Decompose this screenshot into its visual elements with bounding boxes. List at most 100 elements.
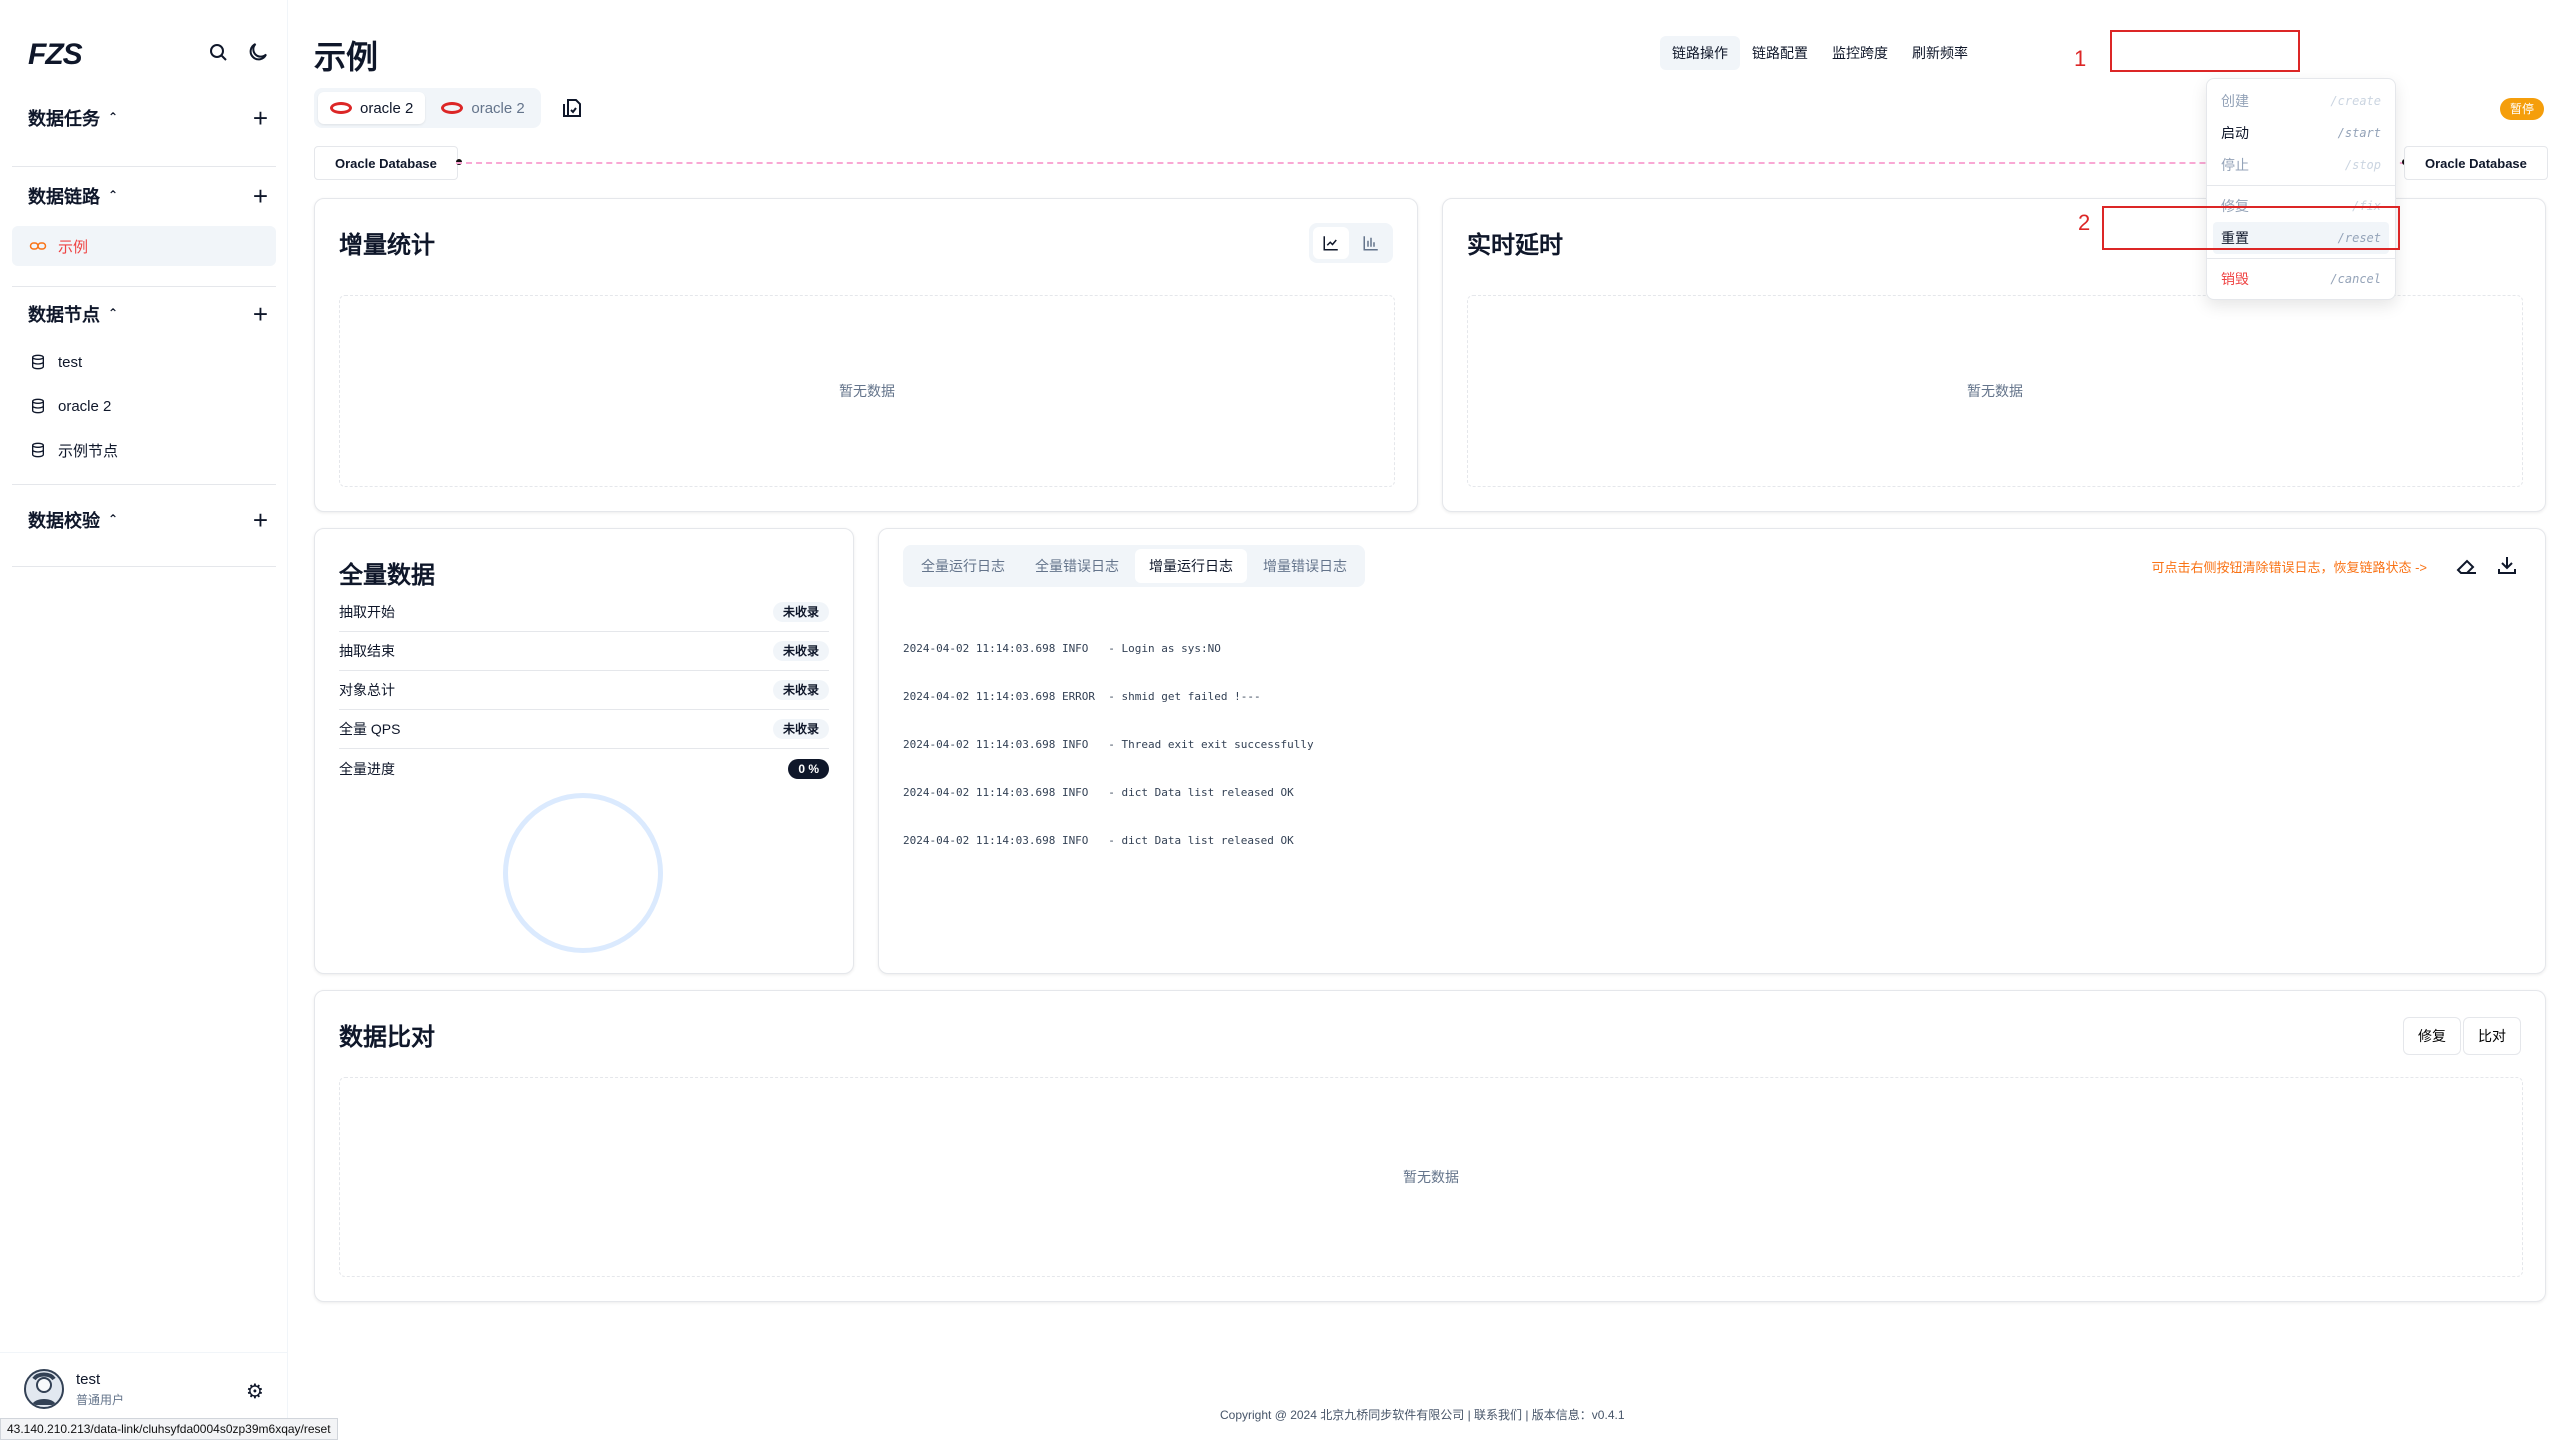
sidebar-item-node-test[interactable]: test (12, 342, 276, 382)
add-link-button[interactable]: + (253, 181, 268, 212)
card-title: 实时延时 (1467, 232, 1563, 259)
menu-shortcut: /stop (2344, 158, 2381, 172)
menu-shortcut: /start (2337, 126, 2381, 140)
sidebar-section-tasks: 数据任务 ⌃ + (12, 98, 276, 167)
menu-divider (2207, 258, 2395, 259)
stat-row: 抽取开始 未收录 (339, 593, 829, 632)
full-data-card: 全量数据 抽取开始 未收录 抽取结束 未收录 对象总计 未收录 全量 QPS 未… (314, 528, 854, 974)
compare-button[interactable]: 比对 (2463, 1017, 2521, 1055)
user-role: 普通用户 (76, 1393, 125, 1407)
section-header-nodes[interactable]: 数据节点 ⌃ + (12, 294, 276, 334)
chevron-up-icon: ⌃ (108, 110, 119, 124)
divider (12, 166, 276, 167)
menu-item-label: 创建 (2221, 93, 2249, 109)
log-line: 2024-04-02 11:14:03.698 ERROR - shmid ge… (903, 690, 1261, 703)
user-name: test (76, 1371, 101, 1388)
menu-item-destroy[interactable]: 销毁 /cancel (2213, 263, 2389, 295)
tab-full-error-log[interactable]: 全量错误日志 (1021, 549, 1133, 583)
chevron-up-icon: ⌃ (108, 306, 119, 320)
annotation-label-1: 1 (2074, 46, 2087, 71)
section-header-tasks[interactable]: 数据任务 ⌃ + (12, 98, 276, 138)
tab-incremental-run-log[interactable]: 增量运行日志 (1135, 549, 1247, 583)
link-icon (28, 237, 48, 255)
data-compare-card: 数据比对 修复 比对 暂无数据 (314, 990, 2546, 1302)
menu-item-label: 停止 (2221, 157, 2249, 173)
incremental-stats-card: 增量统计 暂无数据 (314, 198, 1418, 512)
log-output: 2024-04-02 11:14:03.698 INFO - Login as … (903, 609, 1314, 881)
data-flow-line (456, 162, 2456, 164)
bar-chart-icon[interactable] (1353, 227, 1389, 259)
status-badge: 暂停 (2500, 98, 2545, 120)
eraser-icon[interactable] (2455, 553, 2479, 577)
sidebar-item-example-link[interactable]: 示例 (12, 226, 276, 266)
stat-row: 全量进度 0 % (339, 749, 829, 788)
tab-refresh-rate[interactable]: 刷新频率 (1900, 36, 1980, 70)
tab-full-run-log[interactable]: 全量运行日志 (907, 549, 1019, 583)
log-line: 2024-04-02 11:14:03.698 INFO - Login as … (903, 642, 1221, 655)
logs-card: 全量运行日志 全量错误日志 增量运行日志 增量错误日志 可点击右侧按钮清除错误日… (878, 528, 2546, 974)
link-operations-menu: 创建 /create 启动 /start 停止 /stop 修复 /fix 重置… (2206, 78, 2396, 300)
source-db-tag: Oracle Database (314, 146, 458, 180)
sidebar-section-links: 数据链路 ⌃ + 示例 (12, 176, 276, 287)
add-task-button[interactable]: + (253, 103, 268, 134)
search-icon[interactable] (206, 40, 230, 64)
section-label: 数据任务 (28, 109, 100, 129)
tab-monitor-span[interactable]: 监控跨度 (1820, 36, 1900, 70)
chevron-up-icon: ⌃ (108, 512, 119, 526)
copy-config-icon[interactable] (560, 96, 584, 120)
menu-item-create[interactable]: 创建 /create (2213, 85, 2389, 117)
database-icon (28, 398, 48, 414)
stat-value: 未收录 (772, 641, 829, 661)
status-url: 43.140.210.213/data-link/cluhsyfda0004s0… (0, 1418, 338, 1440)
stat-label: 抽取结束 (339, 643, 395, 659)
fix-button[interactable]: 修复 (2403, 1017, 2461, 1055)
tab-link-config[interactable]: 链路配置 (1740, 36, 1820, 70)
menu-item-start[interactable]: 启动 /start (2213, 117, 2389, 149)
progress-value: 0 % (788, 758, 829, 779)
moon-icon[interactable] (246, 40, 270, 64)
chart-mode-toggle (1309, 223, 1393, 263)
add-validation-button[interactable]: + (253, 505, 268, 536)
log-line: 2024-04-02 11:14:03.698 INFO - Thread ex… (903, 738, 1314, 751)
section-header-links[interactable]: 数据链路 ⌃ + (12, 176, 276, 216)
menu-item-label: 销毁 (2221, 271, 2249, 287)
database-icon (28, 442, 48, 458)
stat-label: 全量进度 (339, 760, 395, 777)
database-icon (28, 354, 48, 370)
gear-icon[interactable]: ⚙ (246, 1379, 264, 1404)
menu-item-stop[interactable]: 停止 /stop (2213, 149, 2389, 181)
tab-target-node[interactable]: oracle 2 (429, 92, 536, 124)
sidebar-item-label: test (58, 353, 83, 371)
card-title: 数据比对 (339, 1024, 435, 1051)
app-logo[interactable]: FZS (28, 38, 83, 72)
avatar[interactable] (24, 1369, 64, 1409)
section-header-validation[interactable]: 数据校验 ⌃ + (12, 500, 276, 540)
empty-state: 暂无数据 (339, 295, 1395, 487)
sidebar-item-node-oracle[interactable]: oracle 2 (12, 386, 276, 426)
footer: Copyright @ 2024 北京九桥同步软件有限公司 | 联系我们 | 版… (1220, 1408, 1625, 1422)
card-title: 全量数据 (339, 562, 435, 589)
add-node-button[interactable]: + (253, 299, 268, 330)
section-label: 数据链路 (28, 187, 100, 207)
node-label: oracle 2 (471, 99, 525, 117)
oracle-icon (441, 102, 464, 114)
tab-source-node[interactable]: oracle 2 (318, 92, 426, 124)
line-chart-icon[interactable] (1313, 227, 1349, 259)
stat-label: 抽取开始 (339, 604, 395, 620)
stat-value: 未收录 (772, 602, 829, 622)
oracle-icon (330, 102, 352, 114)
tab-link-operations[interactable]: 链路操作 (1660, 36, 1740, 70)
log-tabs: 全量运行日志 全量错误日志 增量运行日志 增量错误日志 (903, 545, 1365, 587)
sidebar-item-label: 示例节点 (58, 442, 119, 460)
target-db-tag: Oracle Database (2404, 146, 2548, 180)
log-line: 2024-04-02 11:14:03.698 INFO - dict Data… (903, 786, 1294, 799)
stat-label: 对象总计 (339, 682, 395, 698)
stat-row: 对象总计 未收录 (339, 671, 829, 710)
sidebar-item-node-example[interactable]: 示例节点 (12, 430, 276, 470)
tab-incremental-error-log[interactable]: 增量错误日志 (1249, 549, 1361, 583)
download-icon[interactable] (2495, 553, 2519, 577)
log-hint: 可点击右侧按钮清除错误日志，恢复链路状态 -> (2151, 560, 2427, 575)
stat-value: 未收录 (772, 680, 829, 700)
link-menu-tabs: 链路操作 链路配置 监控跨度 刷新频率 (1552, 36, 1980, 70)
stat-value: 未收录 (772, 719, 829, 739)
